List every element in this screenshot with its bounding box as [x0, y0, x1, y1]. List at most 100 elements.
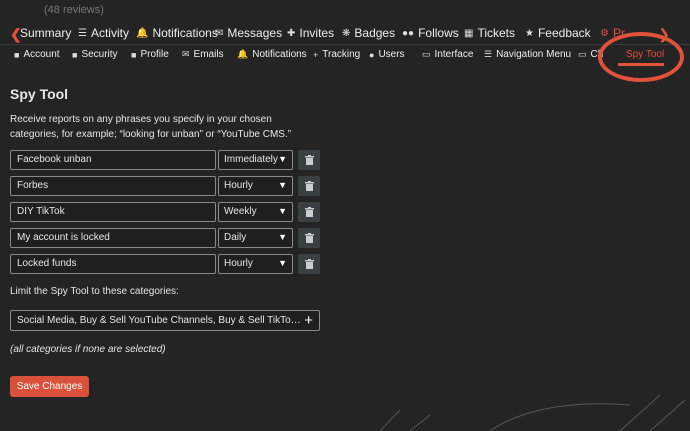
phrase-row: Forbes Hourly ▼ [10, 176, 320, 196]
chat-icon: ▭ [578, 49, 587, 59]
frequency-value: Hourly [224, 180, 253, 191]
frequency-select[interactable]: Weekly ▼ [218, 202, 293, 222]
reviews-count: (48 reviews) [44, 4, 104, 16]
subnav-users[interactable]: ● Users [369, 49, 405, 60]
subnav-emails[interactable]: ✉ Emails [182, 49, 224, 60]
subnav-notifications-label: Notifications [252, 49, 307, 60]
subnav-users-label: Users [378, 49, 405, 60]
subnav-account-label: Account [23, 49, 60, 60]
nav-activity-label: Activity [90, 26, 129, 40]
nav-tickets-label: Tickets [477, 26, 516, 40]
monitor-icon: ▭ [422, 49, 431, 59]
subnav-navigation-menu[interactable]: ☰ Navigation Menu [484, 49, 571, 60]
categories-value: Social Media, Buy & Sell YouTube Channel… [17, 315, 301, 326]
caret-down-icon: ▼ [278, 180, 287, 190]
phrase-row: DIY TikTok Weekly ▼ [10, 202, 320, 222]
nav-notifications[interactable]: 🔔 Notifications [136, 26, 218, 40]
main-nav: ❮ Summary ☰ Activity 🔔 Notifications ✉ M… [0, 22, 690, 44]
sub-nav: ■ Account ■ Security ■ Profile ✉ Emails … [0, 44, 690, 64]
nav-feedback-label: Feedback [537, 26, 591, 40]
gear-badge-icon: ❋ [342, 27, 351, 39]
gear-icon: ⚙ [600, 27, 609, 39]
decorative-lines [379, 394, 686, 431]
user-icon: ■ [14, 49, 20, 60]
nav-tickets[interactable]: ▦ Tickets [464, 26, 515, 40]
subnav-profile[interactable]: ■ Profile [131, 49, 169, 60]
caret-down-icon: ▼ [278, 206, 287, 216]
phrase-row: Locked funds Hourly ▼ [10, 254, 320, 274]
user-plus-icon: ✚ [287, 27, 296, 39]
phrase-input[interactable]: Facebook unban [10, 150, 216, 170]
envelope-icon: ✉ [215, 27, 224, 39]
delete-button[interactable] [298, 254, 320, 274]
phrase-row: Facebook unban Immediately ▼ [10, 150, 320, 170]
nav-invites[interactable]: ✚ Invites [287, 26, 334, 40]
nav-follows[interactable]: ●● Follows [402, 26, 459, 40]
nav-badges-label: Badges [354, 26, 396, 40]
subnav-emails-label: Emails [193, 49, 224, 60]
subnav-notifications[interactable]: 🔔 Notifications [237, 49, 307, 60]
users-icon: ● [369, 49, 375, 60]
envelope-icon: ✉ [182, 49, 190, 59]
subnav-security-label: Security [81, 49, 118, 60]
nav-invites-label: Invites [299, 26, 335, 40]
trash-icon [304, 181, 314, 191]
frequency-value: Hourly [224, 258, 253, 269]
categories-label: Limit the Spy Tool to these categories: [10, 286, 179, 297]
phrase-row: My account is locked Daily ▼ [10, 228, 320, 248]
nav-badges[interactable]: ❋ Badges [342, 26, 395, 40]
trash-icon [304, 259, 314, 269]
subnav-account[interactable]: ■ Account [14, 49, 60, 60]
subnav-security[interactable]: ■ Security [72, 49, 118, 60]
caret-down-icon: ▼ [278, 154, 287, 164]
subnav-profile-label: Profile [140, 49, 169, 60]
page-title: Spy Tool [10, 86, 69, 102]
trash-icon [304, 155, 314, 165]
phrase-input[interactable]: Forbes [10, 176, 216, 196]
subnav-interface[interactable]: ▭ Interface [422, 49, 473, 60]
frequency-select[interactable]: Daily ▼ [218, 228, 293, 248]
save-changes-button[interactable]: Save Changes [10, 376, 89, 397]
frequency-value: Daily [224, 232, 247, 243]
frequency-value: Weekly [224, 206, 257, 217]
trash-icon [304, 233, 314, 243]
delete-button[interactable] [298, 202, 320, 222]
phrase-input[interactable]: Locked funds [10, 254, 216, 274]
subnav-tracking[interactable]: + Tracking [313, 49, 360, 60]
id-card-icon: ■ [131, 49, 137, 60]
nav-notifications-label: Notifications [152, 26, 218, 40]
nav-summary[interactable]: Summary [20, 26, 71, 40]
nav-follows-label: Follows [418, 26, 459, 40]
phrase-input[interactable]: My account is locked [10, 228, 216, 248]
nav-messages-label: Messages [227, 26, 283, 40]
frequency-value: Immediately [224, 154, 278, 165]
users-icon: ●● [402, 27, 415, 39]
subnav-navigation-menu-label: Navigation Menu [496, 49, 572, 60]
frequency-select[interactable]: Hourly ▼ [218, 254, 293, 274]
frequency-select[interactable]: Hourly ▼ [218, 176, 293, 196]
nav-feedback[interactable]: ★ Feedback [525, 26, 591, 40]
nav-activity[interactable]: ☰ Activity [78, 26, 129, 40]
page-description: Receive reports on any phrases you speci… [10, 114, 292, 140]
delete-button[interactable] [298, 228, 320, 248]
subnav-tracking-label: Tracking [322, 49, 361, 60]
menu-icon: ☰ [484, 49, 493, 59]
trash-icon [304, 207, 314, 217]
nav-messages[interactable]: ✉ Messages [215, 26, 282, 40]
subnav-interface-label: Interface [434, 49, 474, 60]
delete-button[interactable] [298, 176, 320, 196]
delete-button[interactable] [298, 150, 320, 170]
caret-down-icon: ▼ [278, 258, 287, 268]
categories-select[interactable]: Social Media, Buy & Sell YouTube Channel… [10, 310, 320, 331]
plus-icon: + [313, 49, 319, 60]
frequency-select[interactable]: Immediately ▼ [218, 150, 293, 170]
highlight-circle [598, 32, 684, 82]
nav-summary-label: Summary [20, 26, 72, 40]
star-icon: ★ [525, 27, 534, 39]
page-root: (48 reviews) ❮ Summary ☰ Activity 🔔 Noti… [0, 0, 690, 431]
ticket-icon: ▦ [464, 27, 474, 39]
plus-icon[interactable]: + [304, 312, 313, 329]
caret-down-icon: ▼ [278, 232, 287, 242]
categories-note: (all categories if none are selected) [10, 344, 166, 355]
phrase-input[interactable]: DIY TikTok [10, 202, 216, 222]
